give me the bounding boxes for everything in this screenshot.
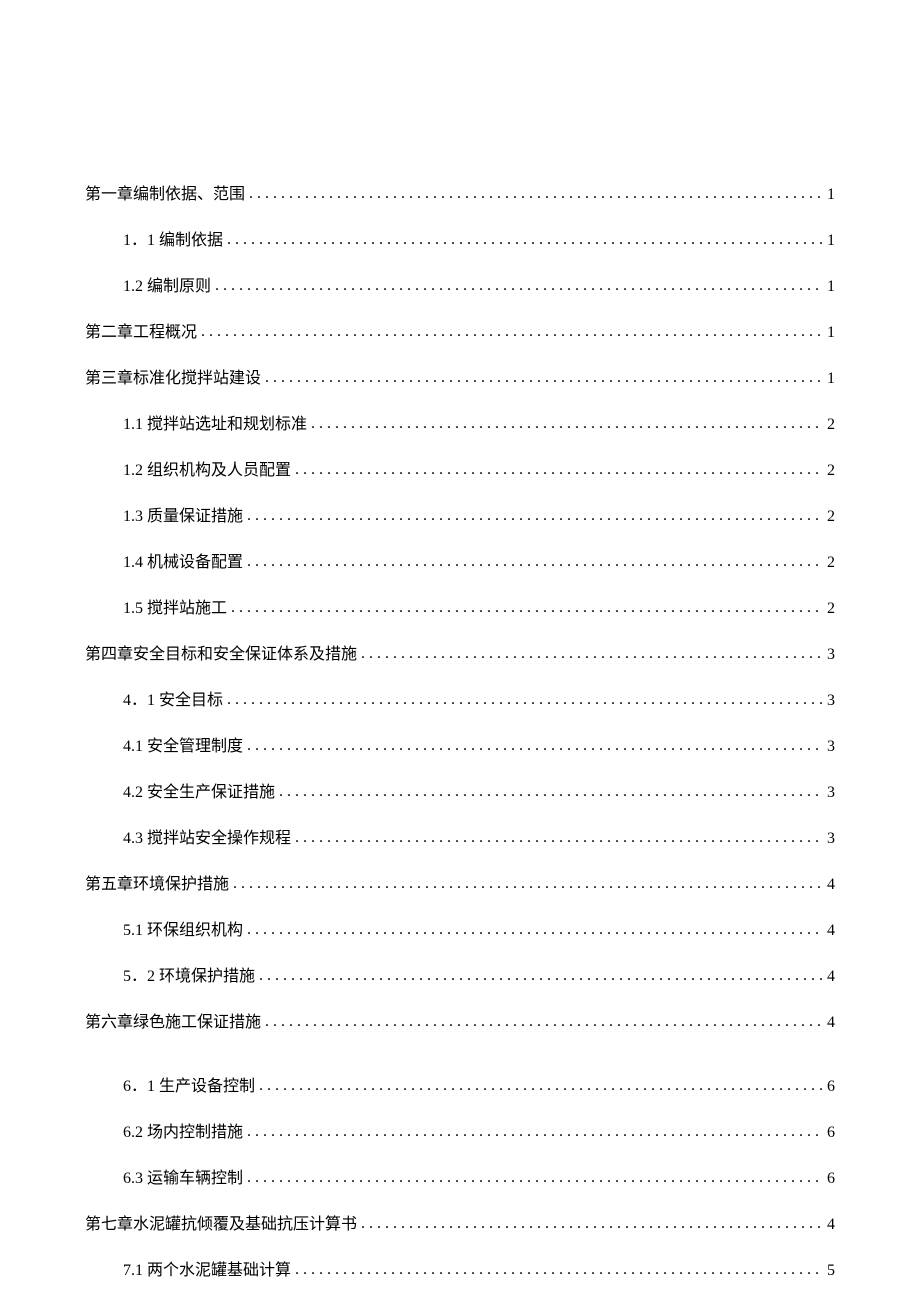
toc-leader-dots [201,323,823,341]
toc-leader-dots [247,553,823,571]
toc-label: 4.2 安全生产保证措施 [123,778,275,802]
toc-leader-dots [231,599,823,617]
toc-entry: 6．1 生产设备控制 6 [123,1072,835,1096]
toc-page-number: 1 [827,370,835,388]
toc-page-number: 6 [827,1078,835,1096]
toc-label: 5.1 环保组织机构 [123,916,243,940]
toc-label: 1.2 组织机构及人员配置 [123,456,291,480]
toc-label: 6．1 生产设备控制 [123,1072,255,1096]
toc-page-number: 1 [827,324,835,342]
toc-label: 第五章环境保护措施 [85,870,229,894]
toc-label: 7.1 两个水泥罐基础计算 [123,1256,291,1280]
toc-label: 1.2 编制原则 [123,272,211,296]
toc-page-number: 1 [827,278,835,296]
toc-page-number: 3 [827,692,835,710]
toc-leader-dots [227,231,823,249]
toc-leader-dots [279,783,823,801]
toc-leader-dots [247,1169,823,1187]
toc-leader-dots [295,829,823,847]
toc-leader-dots [247,1123,823,1141]
table-of-contents: 第一章编制依据、范围11．1 编制依据11.2 编制原则1第二章工程概况1第三章… [85,180,835,1280]
toc-entry: 4．1 安全目标 3 [123,686,835,710]
toc-label: 1．1 编制依据 [123,226,223,250]
toc-page-number: 3 [827,646,835,664]
toc-label: 4.3 搅拌站安全操作规程 [123,824,291,848]
toc-page-number: 2 [827,554,835,572]
toc-label: 1.1 搅拌站选址和规划标准 [123,410,307,434]
toc-entry: 1.4 机械设备配置 2 [123,548,835,572]
toc-page-number: 3 [827,830,835,848]
toc-leader-dots [249,185,823,203]
toc-label: 4.1 安全管理制度 [123,732,243,756]
toc-label: 第三章标准化搅拌站建设 [85,364,261,388]
toc-page-number: 5 [827,1262,835,1280]
toc-leader-dots [233,875,823,893]
toc-page-number: 6 [827,1124,835,1142]
toc-entry: 6.3 运输车辆控制 6 [123,1164,835,1188]
toc-leader-dots [361,645,823,663]
toc-label: 1.5 搅拌站施工 [123,594,227,618]
toc-page-number: 4 [827,1014,835,1032]
toc-entry: 1.2 组织机构及人员配置 2 [123,456,835,480]
toc-page-number: 4 [827,876,835,894]
toc-leader-dots [361,1215,823,1233]
toc-entry: 第五章环境保护措施 4 [85,870,835,894]
toc-entry: 4.2 安全生产保证措施 3 [123,778,835,802]
toc-entry: 第二章工程概况 1 [85,318,835,342]
toc-page-number: 3 [827,738,835,756]
toc-entry: 第四章安全目标和安全保证体系及措施 3 [85,640,835,664]
toc-leader-dots [247,507,823,525]
toc-leader-dots [227,691,823,709]
toc-entry: 5.1 环保组织机构 4 [123,916,835,940]
toc-page-number: 2 [827,600,835,618]
toc-leader-dots [311,415,823,433]
toc-leader-dots [265,1013,823,1031]
toc-label: 1.4 机械设备配置 [123,548,243,572]
toc-page-number: 6 [827,1170,835,1188]
toc-entry: 第三章标准化搅拌站建设 1 [85,364,835,388]
toc-leader-dots [259,967,823,985]
toc-leader-dots [295,461,823,479]
toc-label: 6.3 运输车辆控制 [123,1164,243,1188]
toc-entry: 7.1 两个水泥罐基础计算 5 [123,1256,835,1280]
toc-entry: 1.2 编制原则 1 [123,272,835,296]
toc-leader-dots [295,1261,823,1279]
toc-entry: 6.2 场内控制措施 6 [123,1118,835,1142]
toc-label: 4．1 安全目标 [123,686,223,710]
toc-leader-dots [259,1077,823,1095]
toc-entry: 第七章水泥罐抗倾覆及基础抗压计算书 4 [85,1210,835,1234]
toc-label: 第七章水泥罐抗倾覆及基础抗压计算书 [85,1210,357,1234]
toc-entry: 1.3 质量保证措施 2 [123,502,835,526]
toc-entry: 第六章绿色施工保证措施 4 [85,1008,835,1032]
toc-label: 6.2 场内控制措施 [123,1118,243,1142]
toc-label: 5．2 环境保护措施 [123,962,255,986]
toc-leader-dots [265,369,823,387]
toc-label: 第六章绿色施工保证措施 [85,1008,261,1032]
toc-page-number: 2 [827,508,835,526]
toc-entry: 第一章编制依据、范围 1 [85,180,835,204]
toc-entry: 1.1 搅拌站选址和规划标准 2 [123,410,835,434]
toc-entry: 4.1 安全管理制度 3 [123,732,835,756]
toc-page-number: 2 [827,462,835,480]
toc-page-number: 3 [827,784,835,802]
toc-entry: 4.3 搅拌站安全操作规程 3 [123,824,835,848]
toc-label: 第一章编制依据、范围 [85,180,245,204]
toc-page-number: 1 [827,186,835,204]
toc-page-number: 2 [827,416,835,434]
toc-page-number: 4 [827,1216,835,1234]
toc-page-number: 1 [827,232,835,250]
toc-leader-dots [215,277,823,295]
toc-entry: 5．2 环境保护措施 4 [123,962,835,986]
toc-entry: 1．1 编制依据 1 [123,226,835,250]
toc-label: 第二章工程概况 [85,318,197,342]
toc-label: 1.3 质量保证措施 [123,502,243,526]
toc-page-number: 4 [827,922,835,940]
toc-label: 第四章安全目标和安全保证体系及措施 [85,640,357,664]
toc-page-number: 4 [827,968,835,986]
toc-leader-dots [247,737,823,755]
toc-entry: 1.5 搅拌站施工 2 [123,594,835,618]
toc-leader-dots [247,921,823,939]
